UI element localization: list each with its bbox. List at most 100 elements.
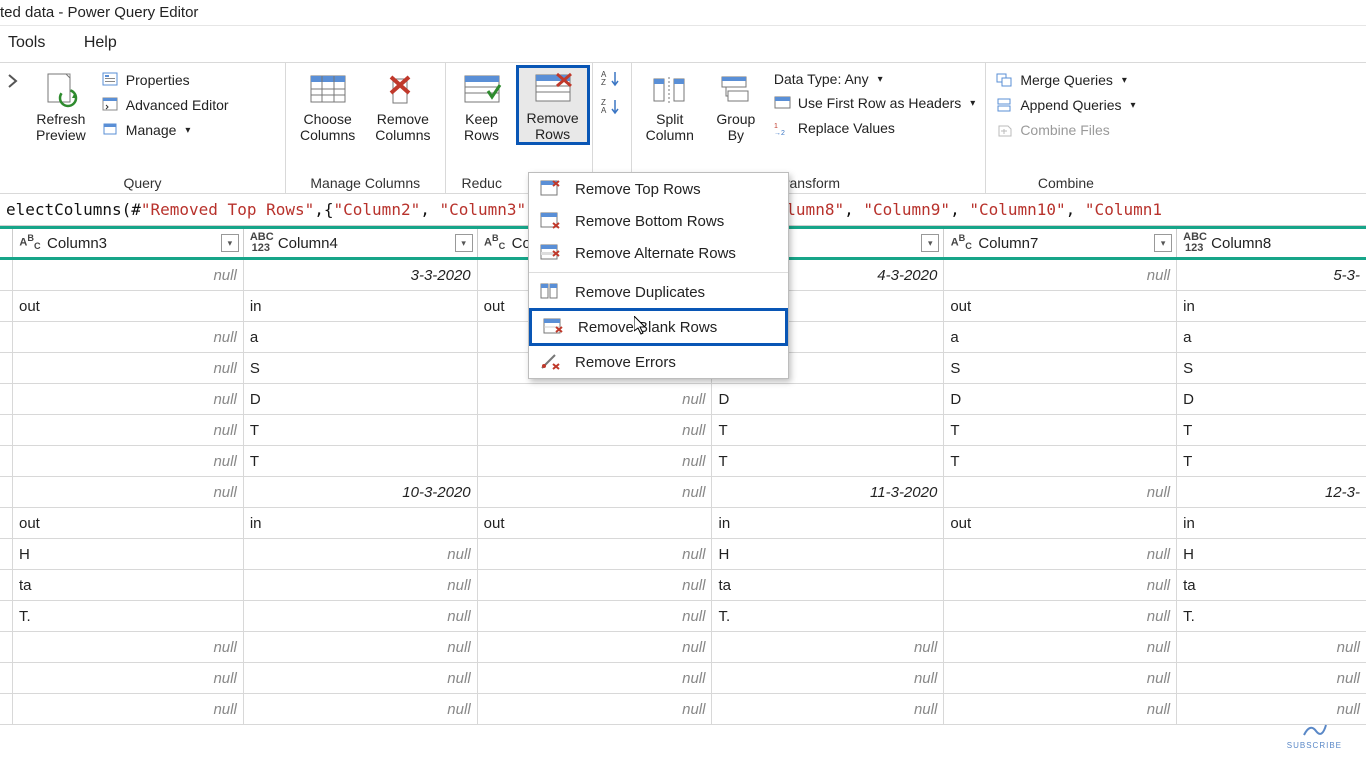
cell[interactable]: null [478,384,713,414]
cell[interactable]: S [1177,353,1366,383]
cell[interactable]: null [944,601,1177,631]
cell[interactable]: null [244,539,478,569]
menu-help[interactable]: Help [84,34,117,51]
cell[interactable] [0,384,13,414]
remove-rows-button[interactable]: Remove Rows [516,65,590,145]
cell[interactable]: null [944,260,1177,290]
properties-button[interactable]: Properties [102,69,229,91]
cell[interactable]: null [478,601,713,631]
cell[interactable]: null [478,477,713,507]
sort-desc-button[interactable]: ZA [601,97,623,119]
cell[interactable]: null [712,632,944,662]
cell[interactable] [0,322,13,352]
manage-button[interactable]: Manage▾ [102,119,229,141]
cell[interactable]: 5-3- [1177,260,1366,290]
cell[interactable]: null [244,570,478,600]
cell[interactable]: S [944,353,1177,383]
cell[interactable]: null [944,477,1177,507]
replace-values-button[interactable]: 1→2 Replace Values [774,117,975,139]
cell[interactable]: null [478,415,713,445]
cell[interactable]: null [13,446,244,476]
remove-columns-button[interactable]: Remove Columns [367,67,438,143]
table-row[interactable]: T.nullnullT.nullT. [0,601,1366,632]
cell[interactable] [0,415,13,445]
filter-dropdown[interactable]: ▾ [1154,234,1172,252]
menu-tools[interactable]: Tools [8,34,45,51]
combine-files-button[interactable]: Combine Files [996,119,1135,141]
cell[interactable] [0,446,13,476]
cell[interactable] [0,539,13,569]
remove-alternate-rows-item[interactable]: Remove Alternate Rows [529,237,788,269]
cell[interactable]: null [244,601,478,631]
cell[interactable]: in [712,508,944,538]
cell[interactable]: D [944,384,1177,414]
cell[interactable] [0,477,13,507]
cell[interactable]: in [1177,291,1366,321]
cell[interactable]: null [13,694,244,724]
cell[interactable] [0,694,13,724]
cell[interactable] [0,632,13,662]
cell[interactable]: ta [712,570,944,600]
cell[interactable]: ta [1177,570,1366,600]
filter-dropdown[interactable]: ▾ [455,234,473,252]
refresh-preview-button[interactable]: Refresh Preview [28,67,94,143]
split-column-button[interactable]: Split Column [638,67,702,143]
cell[interactable] [0,353,13,383]
advanced-editor-button[interactable]: Advanced Editor [102,94,229,116]
cell[interactable]: T. [1177,601,1366,631]
table-row[interactable]: tanullnulltanullta [0,570,1366,601]
cell[interactable]: T [244,446,478,476]
cell[interactable]: null [1177,632,1366,662]
cell[interactable]: T [244,415,478,445]
cell[interactable]: out [478,508,713,538]
cell[interactable]: null [13,384,244,414]
table-row[interactable]: outinoutinoutin [0,508,1366,539]
cell[interactable]: null [712,663,944,693]
cell[interactable] [0,508,13,538]
cell[interactable]: null [478,570,713,600]
cell[interactable]: null [13,415,244,445]
remove-duplicates-item[interactable]: Remove Duplicates [529,276,788,308]
cell[interactable]: a [944,322,1177,352]
cell[interactable]: null [13,632,244,662]
cell[interactable]: null [478,694,713,724]
cell[interactable]: S [244,353,478,383]
cell[interactable]: null [944,539,1177,569]
cell[interactable]: T [712,446,944,476]
cell[interactable]: T [944,446,1177,476]
cell[interactable]: null [13,663,244,693]
filter-dropdown[interactable]: ▾ [221,234,239,252]
cell[interactable]: D [244,384,478,414]
cell[interactable]: null [13,260,244,290]
cell[interactable]: T [1177,446,1366,476]
remove-bottom-rows-item[interactable]: Remove Bottom Rows [529,205,788,237]
cell[interactable] [0,601,13,631]
cell[interactable]: null [244,694,478,724]
cell[interactable]: null [944,694,1177,724]
table-row[interactable]: nullnullnullnullnullnull [0,663,1366,694]
cell[interactable]: null [1177,663,1366,693]
remove-blank-rows-item[interactable]: Remove Blank Rows [529,308,788,346]
cell[interactable]: null [478,539,713,569]
col-header-column3[interactable]: ABC Column3 ▾ [13,229,244,257]
cell[interactable]: H [13,539,244,569]
first-row-headers-button[interactable]: Use First Row as Headers▾ [774,92,975,114]
table-row[interactable]: nullTnullTTT [0,415,1366,446]
table-row[interactable]: nullnullnullnullnullnull [0,632,1366,663]
cell[interactable]: ta [13,570,244,600]
cell[interactable] [0,663,13,693]
merge-queries-button[interactable]: Merge Queries▾ [996,69,1135,91]
data-type-button[interactable]: Data Type: Any▾ [774,69,975,89]
cell[interactable]: in [1177,508,1366,538]
cell[interactable]: D [712,384,944,414]
cell[interactable] [0,291,13,321]
table-row[interactable]: nullnullnullnullnullnull [0,694,1366,725]
cell[interactable]: null [13,477,244,507]
cell[interactable]: H [712,539,944,569]
group-by-button[interactable]: Group By [706,67,766,143]
col-header-column4[interactable]: ABC123 Column4 ▾ [244,229,478,257]
keep-rows-button[interactable]: Keep Rows [452,67,512,143]
cell[interactable]: in [244,291,478,321]
cell[interactable]: null [944,632,1177,662]
cell[interactable]: null [478,446,713,476]
